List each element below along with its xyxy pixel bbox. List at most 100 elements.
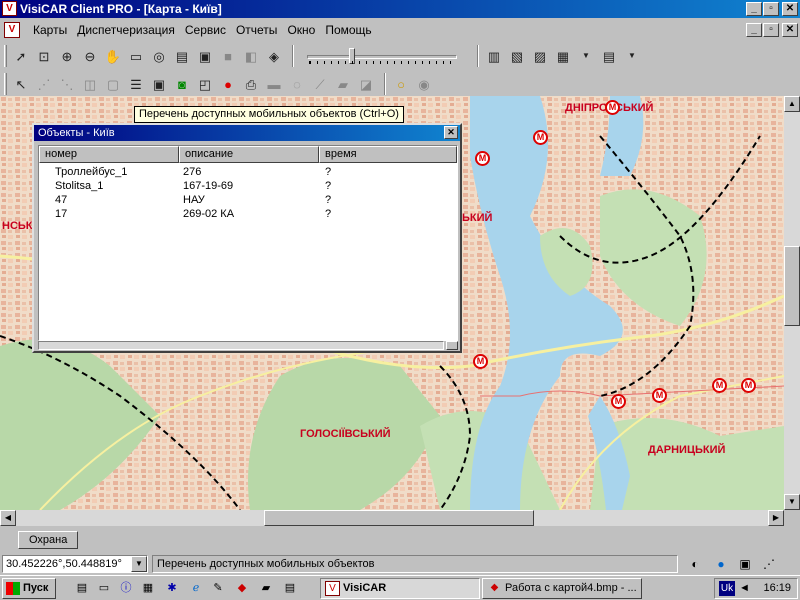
- track-icon[interactable]: ◌: [287, 74, 307, 94]
- scroll-left-button[interactable]: ◀: [0, 510, 16, 526]
- printer-icon[interactable]: ⎙: [241, 74, 261, 94]
- menu-window[interactable]: Окно: [282, 23, 320, 37]
- doc-minimize-button[interactable]: _: [746, 23, 762, 37]
- map-vertical-scrollbar[interactable]: ▲ ▼: [784, 96, 800, 510]
- taskbar-button-paint[interactable]: ◆ Работа с картой4.bmp - ...: [482, 578, 642, 599]
- metro-icon[interactable]: М: [473, 354, 488, 369]
- maximize-button[interactable]: ▫: [763, 2, 779, 16]
- report-3-icon[interactable]: ▨: [530, 46, 550, 66]
- table-row[interactable]: Stolitsa_1 167-19-69 ?: [39, 180, 457, 193]
- circle-icon[interactable]: ○: [391, 74, 411, 94]
- print-layers-icon[interactable]: ◈: [264, 46, 284, 66]
- vertex-icon[interactable]: ⋱: [57, 74, 77, 94]
- close-button[interactable]: ✕: [782, 2, 798, 16]
- objects-list[interactable]: номер описание время Троллейбус_1 276 ? …: [38, 145, 458, 341]
- resize-grip[interactable]: [446, 341, 458, 350]
- metro-icon[interactable]: М: [475, 151, 490, 166]
- objects-window-titlebar[interactable]: Объекты - Київ ✕: [34, 125, 460, 141]
- object-icon[interactable]: ◫: [80, 74, 100, 94]
- clock[interactable]: 16:19: [763, 579, 791, 598]
- add-vehicle-icon[interactable]: ◙: [172, 74, 192, 94]
- notepad-icon[interactable]: ▤: [282, 580, 298, 596]
- route-icon[interactable]: ⟋: [310, 74, 330, 94]
- language-indicator[interactable]: Uk: [719, 581, 735, 596]
- scroll-down-button[interactable]: ▼: [784, 494, 800, 510]
- binoculars-icon[interactable]: ◎: [149, 46, 169, 66]
- paint-icon[interactable]: ◆: [234, 580, 250, 596]
- internet-explorer-icon[interactable]: ℯ: [188, 580, 204, 596]
- document-icon[interactable]: V: [4, 22, 20, 38]
- visicar-app-icon[interactable]: V: [2, 1, 17, 16]
- full-extent-icon[interactable]: ▭: [126, 46, 146, 66]
- hand-pan-icon[interactable]: ✋: [103, 46, 123, 66]
- record-icon[interactable]: ●: [218, 74, 238, 94]
- table-row[interactable]: 47 НАУ ?: [39, 194, 457, 207]
- table-row[interactable]: Троллейбус_1 276 ?: [39, 166, 457, 179]
- metro-icon[interactable]: М: [605, 100, 620, 115]
- info-icon[interactable]: ⓘ: [118, 580, 134, 596]
- explorer-icon[interactable]: ▤: [74, 580, 90, 596]
- column-header-number[interactable]: номер: [39, 146, 179, 163]
- volume-icon[interactable]: ◄: [739, 581, 753, 595]
- metro-icon[interactable]: М: [652, 388, 667, 403]
- column-header-description[interactable]: описание: [179, 146, 319, 163]
- pointer-icon[interactable]: ↖: [11, 74, 31, 94]
- desktop-icon[interactable]: ▭: [96, 580, 112, 596]
- menu-dispatch[interactable]: Диспетчеризация: [72, 23, 180, 37]
- vehicle-list-icon[interactable]: ▣: [149, 74, 169, 94]
- metro-icon[interactable]: М: [712, 378, 727, 393]
- tab-guard[interactable]: Охрана: [18, 531, 79, 549]
- vehicle-info-icon[interactable]: ◰: [195, 74, 215, 94]
- toolbar-grip[interactable]: [4, 73, 7, 95]
- copy-icon[interactable]: ◪: [356, 74, 376, 94]
- menu-help[interactable]: Помощь: [320, 23, 376, 37]
- calculator-icon[interactable]: ▦: [140, 580, 156, 596]
- zoom-out-icon[interactable]: ⊖: [80, 46, 100, 66]
- report-1-icon[interactable]: ▥: [484, 46, 504, 66]
- scroll-up-button[interactable]: ▲: [784, 96, 800, 112]
- menu-reports[interactable]: Отчеты: [231, 23, 282, 37]
- report-4-icon[interactable]: ▦: [553, 46, 573, 66]
- menu-maps[interactable]: Карты: [28, 23, 72, 37]
- metro-icon[interactable]: М: [611, 394, 626, 409]
- folder-icon[interactable]: ▰: [333, 74, 353, 94]
- map-b-icon[interactable]: ◧: [241, 46, 261, 66]
- map-a-icon[interactable]: ■: [218, 46, 238, 66]
- scroll-right-button[interactable]: ▶: [768, 510, 784, 526]
- zoom-rect-icon[interactable]: ⊡: [34, 46, 54, 66]
- menu-service[interactable]: Сервис: [180, 23, 231, 37]
- metro-icon[interactable]: М: [741, 378, 756, 393]
- minimize-button[interactable]: _: [746, 2, 762, 16]
- vertical-scroll-thumb[interactable]: [784, 246, 800, 326]
- doc-close-button[interactable]: ✕: [782, 23, 798, 37]
- layers-icon[interactable]: ▤: [172, 46, 192, 66]
- zoom-in-icon[interactable]: ⊕: [57, 46, 77, 66]
- toolbar-grip[interactable]: [4, 45, 7, 67]
- object-edit-icon[interactable]: ▢: [103, 74, 123, 94]
- node-icon[interactable]: ⋰: [34, 74, 54, 94]
- dropdown-arrow-icon[interactable]: ▼: [576, 46, 596, 66]
- map-horizontal-scrollbar[interactable]: ◀ ▶: [0, 510, 784, 526]
- layers-toggle-icon[interactable]: ◉: [414, 74, 434, 94]
- report-2-icon[interactable]: ▧: [507, 46, 527, 66]
- report-5-icon[interactable]: ▤: [599, 46, 619, 66]
- network-app-icon[interactable]: ✱: [164, 580, 180, 596]
- objects-list-scrollbar[interactable]: [38, 341, 444, 350]
- message-icon[interactable]: ▬: [264, 74, 284, 94]
- doc-restore-button[interactable]: ▫: [763, 23, 779, 37]
- start-button[interactable]: Пуск: [2, 578, 56, 599]
- coordinates-field[interactable]: 30.452226°,50.448819° ▼: [2, 555, 148, 573]
- taskbar-button-visicar[interactable]: V VisiCAR: [320, 578, 480, 599]
- coordinates-dropdown-button[interactable]: ▼: [131, 556, 147, 572]
- column-header-time[interactable]: время: [319, 146, 457, 163]
- metro-icon[interactable]: М: [533, 130, 548, 145]
- zoom-slider[interactable]: [307, 47, 457, 65]
- arrow-select-icon[interactable]: ➚: [11, 46, 31, 66]
- table-row[interactable]: 17 269-02 КА ?: [39, 208, 457, 221]
- folder-icon[interactable]: ▰: [258, 580, 274, 596]
- dropdown-arrow-icon[interactable]: ▼: [622, 46, 642, 66]
- label-icon[interactable]: ▣: [195, 46, 215, 66]
- horizontal-scroll-thumb[interactable]: [264, 510, 534, 526]
- list-icon[interactable]: ☰: [126, 74, 146, 94]
- objects-window[interactable]: Объекты - Київ ✕ номер описание время Тр…: [32, 123, 462, 353]
